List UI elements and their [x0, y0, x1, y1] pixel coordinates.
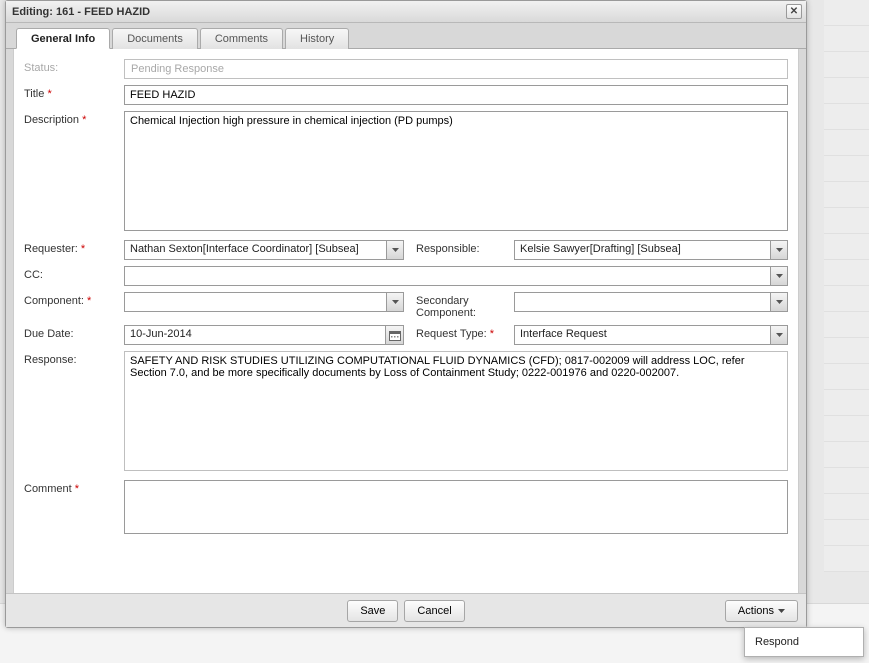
close-button[interactable]: ✕	[786, 4, 802, 19]
menu-item-respond[interactable]: Respond	[745, 628, 863, 656]
due-date-picker[interactable]: 10-Jun-2014	[124, 325, 404, 345]
side-decor	[824, 0, 869, 663]
response-textarea[interactable]: SAFETY AND RISK STUDIES UTILIZING COMPUT…	[124, 351, 788, 471]
comment-textarea[interactable]	[124, 480, 788, 534]
label-component: Component: *	[24, 292, 124, 307]
component-value	[125, 293, 386, 311]
due-date-value: 10-Jun-2014	[125, 326, 385, 344]
chevron-down-icon	[392, 300, 399, 304]
responsible-combo[interactable]: Kelsie Sawyer[Drafting] [Subsea]	[514, 240, 788, 260]
tab-comments[interactable]: Comments	[200, 28, 283, 49]
edit-window: Editing: 161 - FEED HAZID ✕ General Info…	[5, 0, 807, 628]
status-value: Pending Response	[124, 59, 788, 79]
chevron-down-icon	[776, 248, 783, 252]
tabstrip: General Info Documents Comments History	[6, 23, 806, 49]
label-description: Description *	[24, 111, 124, 126]
label-responsible: Responsible:	[416, 240, 514, 255]
close-icon: ✕	[790, 7, 798, 17]
label-due-date: Due Date:	[24, 325, 124, 340]
responsible-value: Kelsie Sawyer[Drafting] [Subsea]	[515, 241, 770, 259]
calendar-icon	[389, 330, 401, 341]
chevron-down-icon	[776, 333, 783, 337]
label-cc: CC:	[24, 266, 124, 281]
cc-combo-trigger[interactable]	[770, 267, 787, 285]
cc-value	[125, 267, 770, 285]
description-textarea[interactable]: Chemical Injection high pressure in chem…	[124, 111, 788, 231]
label-response: Response:	[24, 351, 124, 366]
responsible-combo-trigger[interactable]	[770, 241, 787, 259]
request-type-value: Interface Request	[515, 326, 770, 344]
label-status: Status:	[24, 59, 124, 74]
chevron-down-icon	[392, 248, 399, 252]
component-combo-trigger[interactable]	[386, 293, 403, 311]
tab-history[interactable]: History	[285, 28, 349, 49]
window-title: Editing: 161 - FEED HAZID	[12, 6, 150, 18]
title-input[interactable]	[124, 85, 788, 105]
secondary-component-combo[interactable]	[514, 292, 788, 312]
secondary-component-combo-trigger[interactable]	[770, 293, 787, 311]
label-requester: Requester: *	[24, 240, 124, 255]
cc-combo[interactable]	[124, 266, 788, 286]
component-combo[interactable]	[124, 292, 404, 312]
titlebar: Editing: 161 - FEED HAZID ✕	[6, 1, 806, 23]
chevron-down-icon	[776, 274, 783, 278]
requester-value: Nathan Sexton[Interface Coordinator] [Su…	[125, 241, 386, 259]
tab-general-info[interactable]: General Info	[16, 28, 110, 49]
label-comment: Comment *	[24, 480, 124, 495]
actions-menu: Respond	[744, 627, 864, 657]
request-type-combo[interactable]: Interface Request	[514, 325, 788, 345]
cancel-button[interactable]: Cancel	[404, 600, 464, 622]
save-button[interactable]: Save	[347, 600, 398, 622]
requester-combo-trigger[interactable]	[386, 241, 403, 259]
actions-button-label: Actions	[738, 605, 774, 617]
requester-combo[interactable]: Nathan Sexton[Interface Coordinator] [Su…	[124, 240, 404, 260]
tab-documents[interactable]: Documents	[112, 28, 198, 49]
label-title: Title *	[24, 85, 124, 100]
request-type-combo-trigger[interactable]	[770, 326, 787, 344]
actions-button[interactable]: Actions	[725, 600, 798, 622]
caret-down-icon	[778, 609, 785, 613]
dialog-footer: Save Cancel Actions	[6, 593, 806, 627]
form-panel: Status: Pending Response Title * Descrip…	[13, 49, 799, 602]
due-date-trigger[interactable]	[385, 326, 403, 344]
label-secondary-component: Secondary Component:	[416, 292, 514, 319]
label-request-type: Request Type: *	[416, 325, 514, 340]
secondary-component-value	[515, 293, 770, 311]
chevron-down-icon	[776, 300, 783, 304]
